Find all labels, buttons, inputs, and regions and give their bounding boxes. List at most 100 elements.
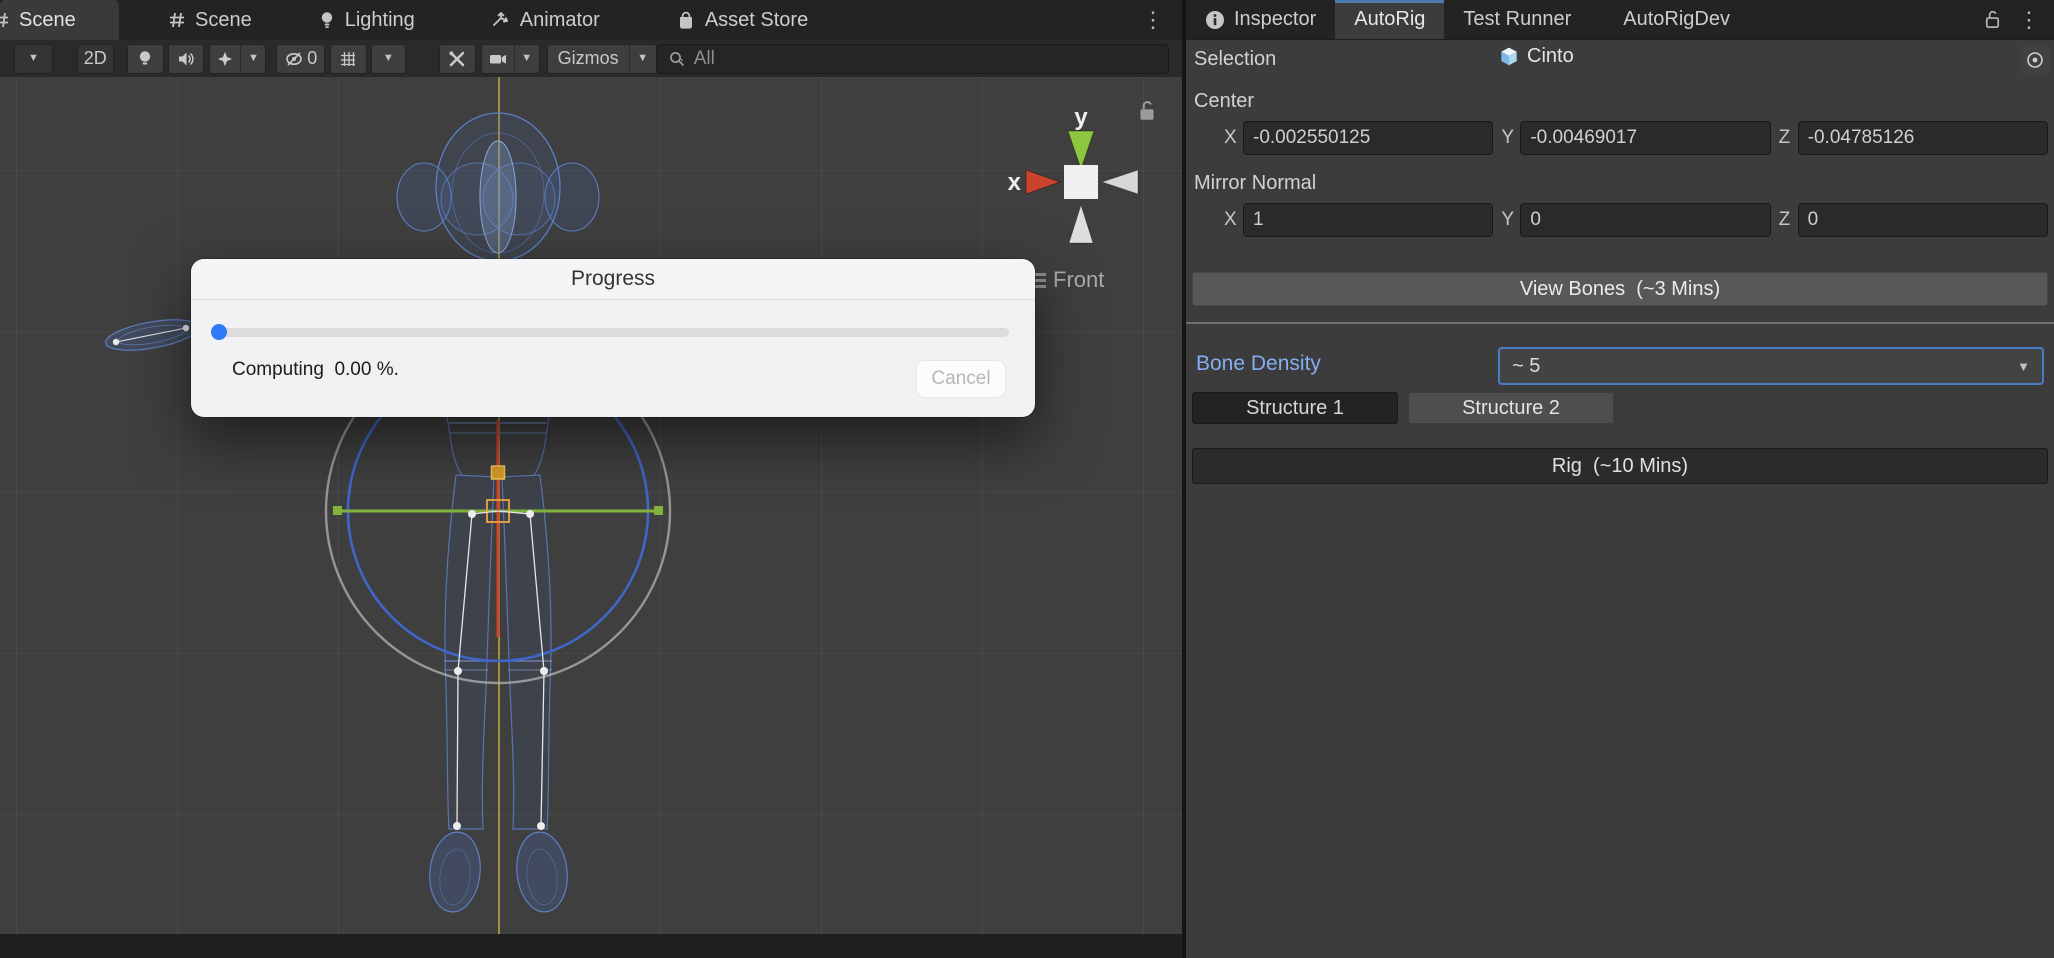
wing-mesh-object[interactable]: [103, 314, 200, 356]
cancel-button[interactable]: Cancel: [916, 360, 1006, 398]
2d-toggle-button[interactable]: 2D: [76, 43, 114, 74]
tab-label: Scene: [19, 8, 76, 31]
dialog-title: Progress: [191, 259, 1035, 300]
grid-visibility-toggle[interactable]: [329, 43, 367, 74]
sparkle-icon: [210, 45, 240, 73]
gizmo-neg-y-cone[interactable]: [1068, 203, 1094, 244]
chevron-down-icon: ▼: [637, 52, 649, 64]
tools-icon: [449, 50, 465, 66]
cube-icon: [1498, 46, 1520, 68]
mirror-z-field[interactable]: [1797, 203, 2048, 237]
chevron-down-icon: ▼: [521, 52, 533, 64]
tab-asset-store[interactable]: Asset Store: [660, 0, 824, 40]
scene-effects-dropdown[interactable]: ▼: [209, 43, 267, 74]
shopping-bag-icon: [676, 10, 696, 30]
grid-icon: [341, 51, 356, 66]
tools-settings-button[interactable]: [438, 43, 476, 74]
info-icon: [1205, 10, 1225, 30]
gizmo-center-cube[interactable]: [1064, 165, 1098, 199]
chevron-down-icon: ▼: [382, 52, 394, 64]
tab-autorig[interactable]: AutoRig: [1335, 0, 1445, 39]
center-y-field[interactable]: [1520, 121, 1771, 155]
mirror-y-field[interactable]: [1520, 203, 1771, 237]
hash-icon: [0, 10, 10, 30]
gizmos-label: Gizmos: [557, 48, 619, 68]
structure-1-button[interactable]: Structure 1: [1192, 392, 1398, 424]
structure-2-button[interactable]: Structure 2: [1408, 392, 1614, 424]
bottom-status-bar: [0, 934, 1182, 958]
gizmo-x-cone[interactable]: [1025, 169, 1062, 195]
unity-editor-window: Scene Scene Lighting Animator Asset Stor…: [0, 0, 2054, 958]
draw-mode-dropdown[interactable]: ▼: [14, 43, 53, 74]
center-z-field[interactable]: [1797, 121, 2048, 155]
gizmo-y-cone[interactable]: [1067, 130, 1095, 171]
left-tabbar: Scene Scene Lighting Animator Asset Stor…: [0, 0, 1182, 40]
progress-dialog: Progress Computing 0.00 %. Cancel: [191, 259, 1035, 417]
right-tabbar: Inspector AutoRig Test Runner AutoRigDev…: [1186, 0, 2054, 40]
mirror-normal-section-label: Mirror Normal: [1194, 172, 1317, 194]
selected-object[interactable]: Cinto: [1498, 45, 1574, 68]
center-x-field[interactable]: [1243, 121, 1494, 155]
scene-pane: Scene Scene Lighting Animator Asset Stor…: [0, 0, 1182, 958]
rig-button[interactable]: Rig (~10 Mins): [1192, 448, 2048, 484]
inspector-pane: Inspector AutoRig Test Runner AutoRigDev…: [1186, 0, 2054, 958]
hidden-objects-toggle[interactable]: 0: [276, 43, 325, 74]
gizmos-dropdown[interactable]: Gizmos ▼: [546, 43, 657, 74]
scene-viewport[interactable]: y x Front: [0, 77, 1182, 934]
gizmo-y-label: y: [1074, 104, 1088, 131]
lightbulb-icon: [318, 10, 336, 30]
bone-density-dropdown[interactable]: ~ 5 ▼: [1498, 347, 2044, 385]
progress-bar-indicator: [211, 324, 227, 340]
pane-menu-icon[interactable]: ⋮: [1142, 9, 1164, 31]
tab-animator[interactable]: Animator: [475, 0, 616, 40]
chevron-down-icon: ▼: [2017, 358, 2030, 374]
tab-autorigdev[interactable]: AutoRigDev: [1604, 0, 1749, 39]
x-axis-label: X: [1224, 127, 1237, 148]
grid-settings-dropdown[interactable]: ▼: [370, 43, 406, 74]
tab-label: AutoRigDev: [1623, 8, 1730, 30]
selection-label: Selection: [1194, 48, 1277, 70]
scene-canvas[interactable]: y x: [0, 77, 1182, 934]
tab-label: Lighting: [344, 8, 415, 31]
y-axis-label: Y: [1501, 127, 1515, 148]
tab-inspector[interactable]: Inspector: [1186, 0, 1335, 39]
bone-density-value: ~ 5: [1512, 354, 1541, 377]
camera-icon: [482, 45, 514, 73]
tab-label: Asset Store: [704, 8, 809, 31]
eye-off-icon: [286, 51, 303, 66]
scene-audio-toggle[interactable]: [167, 43, 205, 74]
scene-search-input[interactable]: [693, 47, 1158, 70]
view-orientation-label[interactable]: Front: [1028, 267, 1104, 293]
tab-scene-2[interactable]: Scene: [152, 0, 268, 40]
y-axis-label: Y: [1501, 209, 1515, 230]
unlock-icon[interactable]: [1983, 9, 2002, 30]
pane-menu-icon[interactable]: ⋮: [2018, 8, 2040, 31]
object-picker-button[interactable]: [2020, 45, 2050, 75]
hash-icon: [168, 10, 186, 30]
x-axis-label: X: [1224, 209, 1237, 230]
bone-density-label: Bone Density: [1196, 352, 1321, 375]
tab-test-runner[interactable]: Test Runner: [1444, 0, 1590, 39]
center-section-label: Center: [1194, 90, 1255, 112]
scene-search-box: [656, 43, 1169, 74]
hidden-count: 0: [307, 48, 318, 68]
search-icon: [669, 51, 684, 66]
camera-settings-dropdown[interactable]: ▼: [480, 43, 540, 74]
scene-lighting-toggle[interactable]: [126, 43, 164, 74]
tab-scene-1[interactable]: Scene: [0, 0, 119, 40]
progress-bar-track: [217, 328, 1009, 337]
selected-object-name: Cinto: [1527, 45, 1574, 67]
tab-label: Test Runner: [1463, 8, 1572, 30]
animator-icon: [491, 10, 511, 30]
pivot-handle[interactable]: [490, 465, 506, 480]
gizmo-neg-x-cone[interactable]: [1100, 169, 1139, 195]
gizmo-x-label: x: [1008, 169, 1022, 196]
target-icon: [2027, 52, 2043, 68]
mirror-x-field[interactable]: [1243, 203, 1494, 237]
view-bones-button[interactable]: View Bones (~3 Mins): [1192, 272, 2048, 306]
view-orientation-gizmo[interactable]: y x: [1008, 104, 1139, 244]
chevron-down-icon: ▼: [27, 52, 39, 64]
chevron-down-icon: ▼: [248, 52, 259, 64]
tab-label: Animator: [519, 8, 600, 31]
tab-lighting[interactable]: Lighting: [302, 0, 431, 40]
